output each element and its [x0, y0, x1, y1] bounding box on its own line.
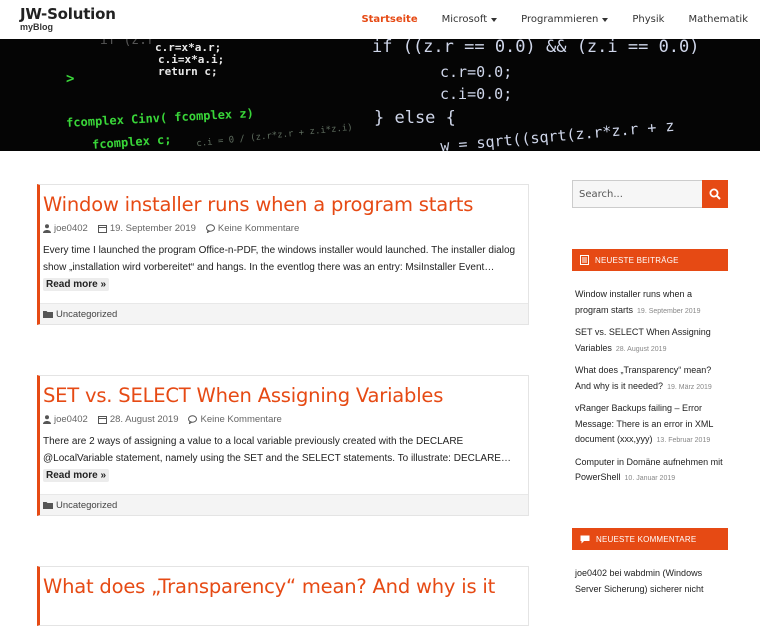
post-excerpt: There are 2 ways of assigning a value to… — [43, 433, 528, 484]
post-category[interactable]: Uncategorized — [56, 309, 117, 320]
site-tagline: myBlog — [20, 22, 54, 32]
banner-code-line: return c; — [158, 65, 218, 78]
post-comments[interactable]: Keine Kommentare — [205, 222, 300, 234]
recent-post-item[interactable]: Computer in Domäne aufnehmen mit PowerSh… — [575, 455, 725, 487]
nav-item-physik[interactable]: Physik — [620, 14, 676, 25]
comments-text: Keine Kommentare — [217, 222, 300, 234]
recent-comments-widget-title: NEUESTE KOMMENTARE — [572, 528, 728, 550]
post-category[interactable]: Uncategorized — [56, 500, 117, 511]
excerpt-text: There are 2 ways of assigning a value to… — [43, 436, 511, 464]
widget-title-text: NEUESTE BEITRÄGE — [595, 255, 679, 265]
author-name: joe0402 — [54, 222, 88, 234]
post-excerpt: Every time I launched the program Office… — [43, 242, 528, 293]
post-body: What does „Transparency“ mean? And why i… — [40, 567, 528, 601]
user-icon — [43, 223, 51, 233]
calendar-icon — [97, 415, 107, 424]
nav-item-mathematik[interactable]: Mathematik — [676, 14, 760, 25]
search-input[interactable] — [572, 180, 702, 208]
recent-post-date: 19. September 2019 — [637, 307, 701, 315]
post-comments[interactable]: Keine Kommentare — [188, 413, 282, 425]
post-author[interactable]: joe0402 — [43, 414, 88, 425]
banner-code-line: fcomplex c; — [91, 132, 172, 151]
banner-code-line: } else { — [374, 108, 456, 128]
search-icon — [709, 188, 721, 200]
blog-post: Window installer runs when a program sta… — [37, 184, 529, 325]
recent-post-date: 28. August 2019 — [615, 345, 667, 353]
banner-code-line: fcomplex Cinv( fcomplex z) — [65, 106, 255, 130]
recent-post-item[interactable]: Window installer runs when a program sta… — [575, 287, 725, 319]
nav-label: Startseite — [361, 14, 418, 25]
post-meta: joe0402 28. August 2019 Keine Kommentare — [43, 412, 528, 426]
post-body: Window installer runs when a program sta… — [40, 185, 528, 293]
recent-comments-list: joe0402 bei wabdmin (Windows Server Sich… — [575, 566, 725, 603]
comment-icon — [188, 414, 198, 424]
post-footer: Uncategorized — [40, 303, 528, 324]
post-body: SET vs. SELECT When Assigning Variables … — [40, 376, 528, 484]
chevron-down-icon — [602, 18, 609, 22]
comment-icon — [580, 535, 590, 543]
excerpt-text: Every time I launched the program Office… — [43, 245, 516, 273]
recent-post-item[interactable]: vRanger Backups failing – Error Message:… — [575, 401, 725, 449]
document-icon — [580, 255, 589, 265]
comment-icon — [205, 223, 215, 233]
author-name: joe0402 — [54, 413, 88, 425]
nav-label: Programmieren — [521, 14, 599, 25]
blog-post: SET vs. SELECT When Assigning Variables … — [37, 375, 529, 516]
nav-label: Physik — [632, 14, 665, 25]
banner-code-line: > — [66, 71, 75, 87]
sidebar-search — [572, 180, 728, 208]
chevron-down-icon — [491, 18, 498, 22]
recent-post-date: 19. März 2019 — [667, 383, 712, 391]
recent-comment-item[interactable]: joe0402 bei wabdmin (Windows Server Sich… — [575, 566, 725, 597]
calendar-icon — [97, 224, 107, 233]
widget-title-text: NEUESTE KOMMENTARE — [596, 534, 697, 544]
post-title[interactable]: SET vs. SELECT When Assigning Variables — [43, 382, 528, 410]
date-text: 19. September 2019 — [109, 222, 196, 234]
banner-code-line: c.i = 0 / (z.r*z.r + z.i*z.i) — [195, 122, 354, 150]
search-button[interactable] — [702, 180, 728, 208]
folder-icon — [43, 311, 53, 318]
post-date[interactable]: 19. September 2019 — [97, 222, 196, 234]
recent-post-item[interactable]: SET vs. SELECT When Assigning Variables 2… — [575, 325, 725, 357]
recent-post-item[interactable]: What does „Transparency“ mean? And why i… — [575, 363, 725, 395]
banner-code-line: if ((z.r == 0.0) && (z.i == 0.0) — [372, 39, 700, 57]
recent-posts-list: Window installer runs when a program sta… — [575, 287, 725, 493]
comments-text: Keine Kommentare — [200, 413, 282, 425]
main-navigation: Startseite Microsoft Programmieren Physi… — [349, 0, 760, 39]
nav-item-startseite[interactable]: Startseite — [349, 14, 429, 25]
recent-post-date: 13. Februar 2019 — [656, 437, 711, 444]
user-icon — [43, 414, 51, 424]
nav-item-programmieren[interactable]: Programmieren — [509, 14, 620, 25]
post-title[interactable]: Window installer runs when a program sta… — [43, 191, 528, 219]
post-footer: Uncategorized — [40, 494, 528, 515]
read-more-button[interactable]: Read more » — [43, 469, 110, 482]
post-title[interactable]: What does „Transparency“ mean? And why i… — [43, 573, 528, 601]
post-meta: joe0402 19. September 2019 Keine Komment… — [43, 221, 528, 235]
banner-code-line: w = sqrt((sqrt(z.r*z.r + z — [439, 116, 676, 151]
site-title[interactable]: JW-Solution — [20, 5, 116, 23]
banner-code-line: c.r=0.0; — [440, 63, 513, 81]
banner-code-line: c.i=0.0; — [440, 85, 513, 103]
post-date[interactable]: 28. August 2019 — [97, 413, 179, 425]
nav-label: Microsoft — [441, 14, 488, 25]
site-branding: JW-Solution myBlog — [20, 5, 116, 32]
banner-code-line: if (z.r — [100, 39, 155, 48]
folder-icon — [43, 502, 53, 509]
date-text: 28. August 2019 — [109, 413, 179, 425]
read-more-button[interactable]: Read more » — [43, 278, 110, 291]
recent-posts-widget-title: NEUESTE BEITRÄGE — [572, 249, 728, 271]
site-header: JW-Solution myBlog Startseite Microsoft … — [0, 0, 760, 39]
post-author[interactable]: joe0402 — [43, 223, 88, 234]
header-banner-image: if (z.r c.r=x*a.r; c.i=x*a.i; return c; … — [0, 39, 760, 151]
nav-label: Mathematik — [688, 14, 748, 25]
blog-post: What does „Transparency“ mean? And why i… — [37, 566, 529, 626]
nav-item-microsoft[interactable]: Microsoft — [430, 14, 510, 25]
recent-post-date: 10. Januar 2019 — [624, 475, 676, 482]
